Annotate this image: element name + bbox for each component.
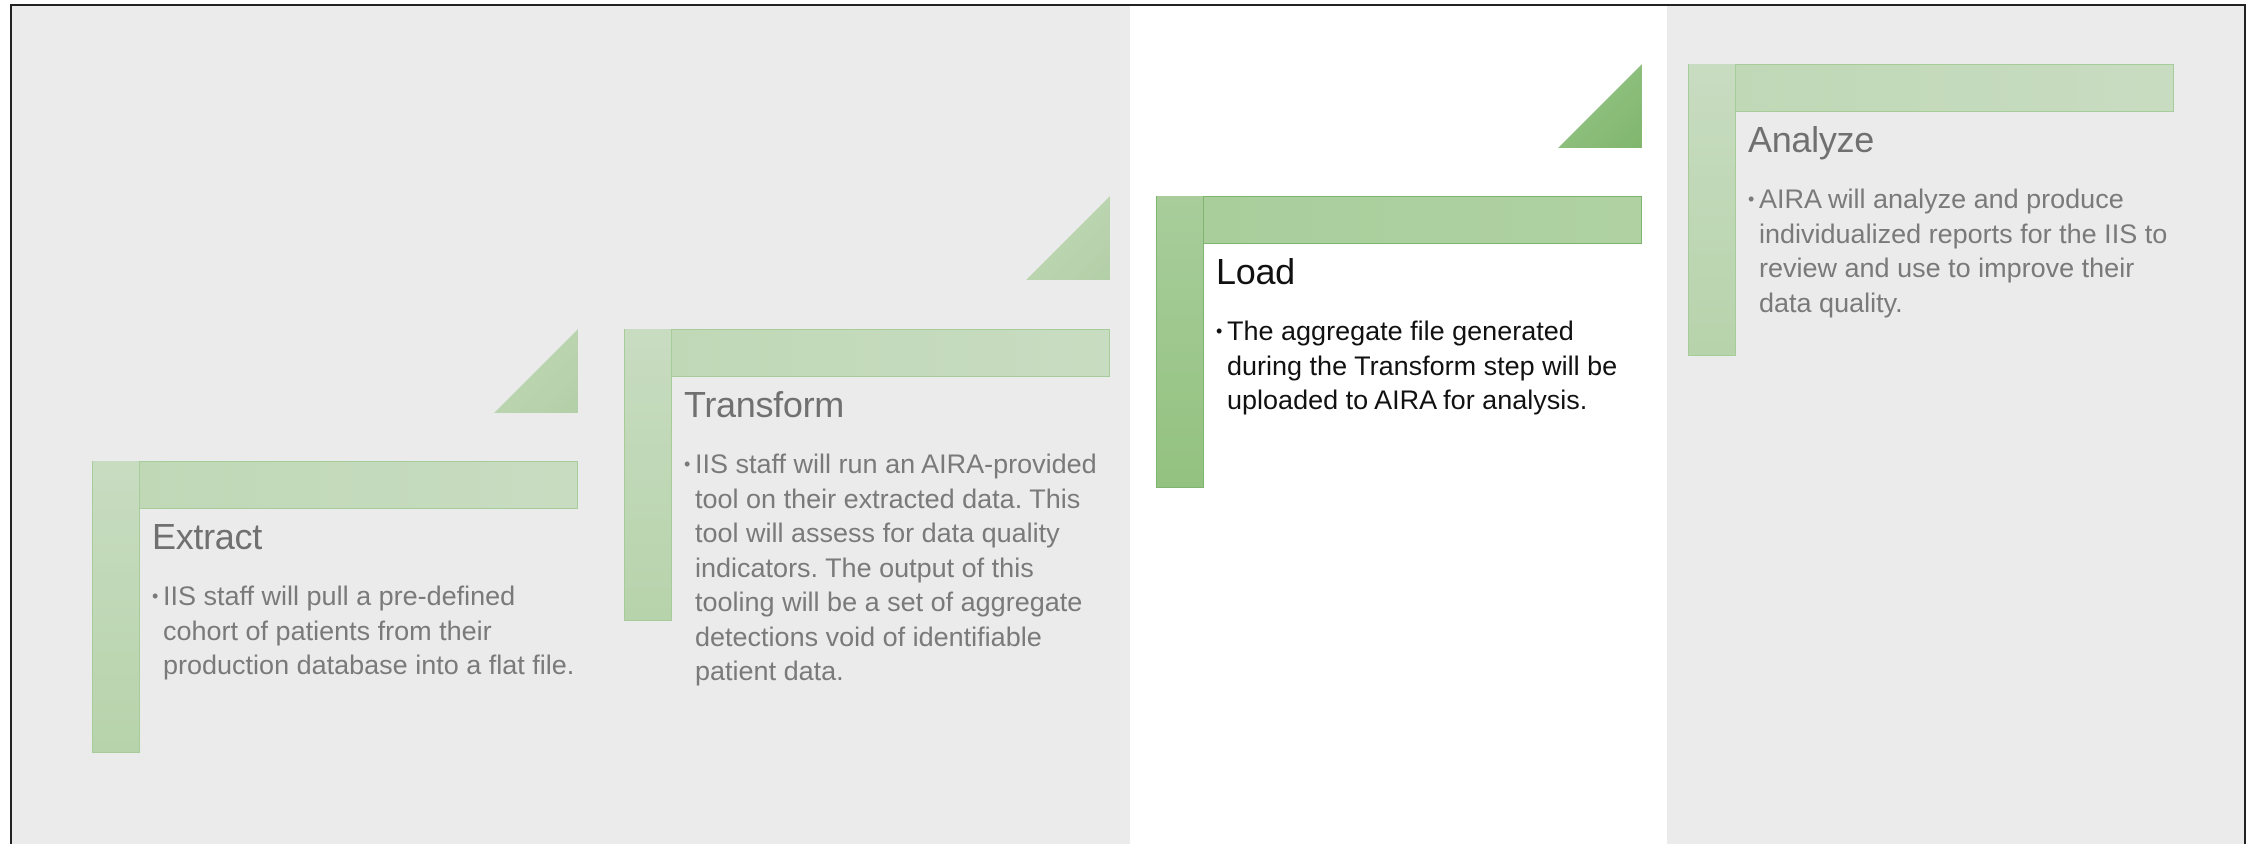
step-load-description: • The aggregate file generated during th… [1216,314,1646,418]
step-transform: Transform • IIS staff will run an AIRA-p… [624,329,1110,686]
bullet: • [1216,321,1223,341]
step-extract-title: Extract [152,516,262,557]
step-extract: Extract • IIS staff will pull a pre-defi… [92,461,578,753]
bullet: • [684,454,691,474]
step-load-side-bar [1156,196,1204,488]
step-load-top-bar [1156,196,1642,244]
arrow-transform-to-load [1026,196,1110,280]
step-transform-side-bar [624,329,672,621]
bullet: • [1748,189,1755,209]
step-load-title: Load [1216,251,1295,292]
bullet: • [152,586,159,606]
step-extract-text: IIS staff will pull a pre-defined cohort… [163,581,575,680]
step-extract-description: • IIS staff will pull a pre-defined coho… [152,579,582,683]
diagram-frame: Extract • IIS staff will pull a pre-defi… [10,4,2246,844]
step-analyze-description: • AIRA will analyze and produce individu… [1748,182,2178,320]
step-analyze: Analyze • AIRA will analyze and produce … [1688,64,2174,356]
step-load-text: The aggregate file generated during the … [1227,316,1618,415]
step-transform-description: • IIS staff will run an AIRA-provided to… [684,447,1114,689]
arrow-extract-to-transform [494,329,578,413]
step-extract-side-bar [92,461,140,753]
step-transform-top-bar [624,329,1110,377]
step-analyze-side-bar [1688,64,1736,356]
step-extract-top-bar [92,461,578,509]
step-transform-text: IIS staff will run an AIRA-provided tool… [695,449,1097,686]
step-analyze-title: Analyze [1748,119,1874,160]
step-analyze-text: AIRA will analyze and produce individual… [1759,184,2168,318]
step-transform-title: Transform [684,384,844,425]
step-load: Load • The aggregate file generated duri… [1156,196,1642,488]
step-analyze-top-bar [1688,64,2174,112]
